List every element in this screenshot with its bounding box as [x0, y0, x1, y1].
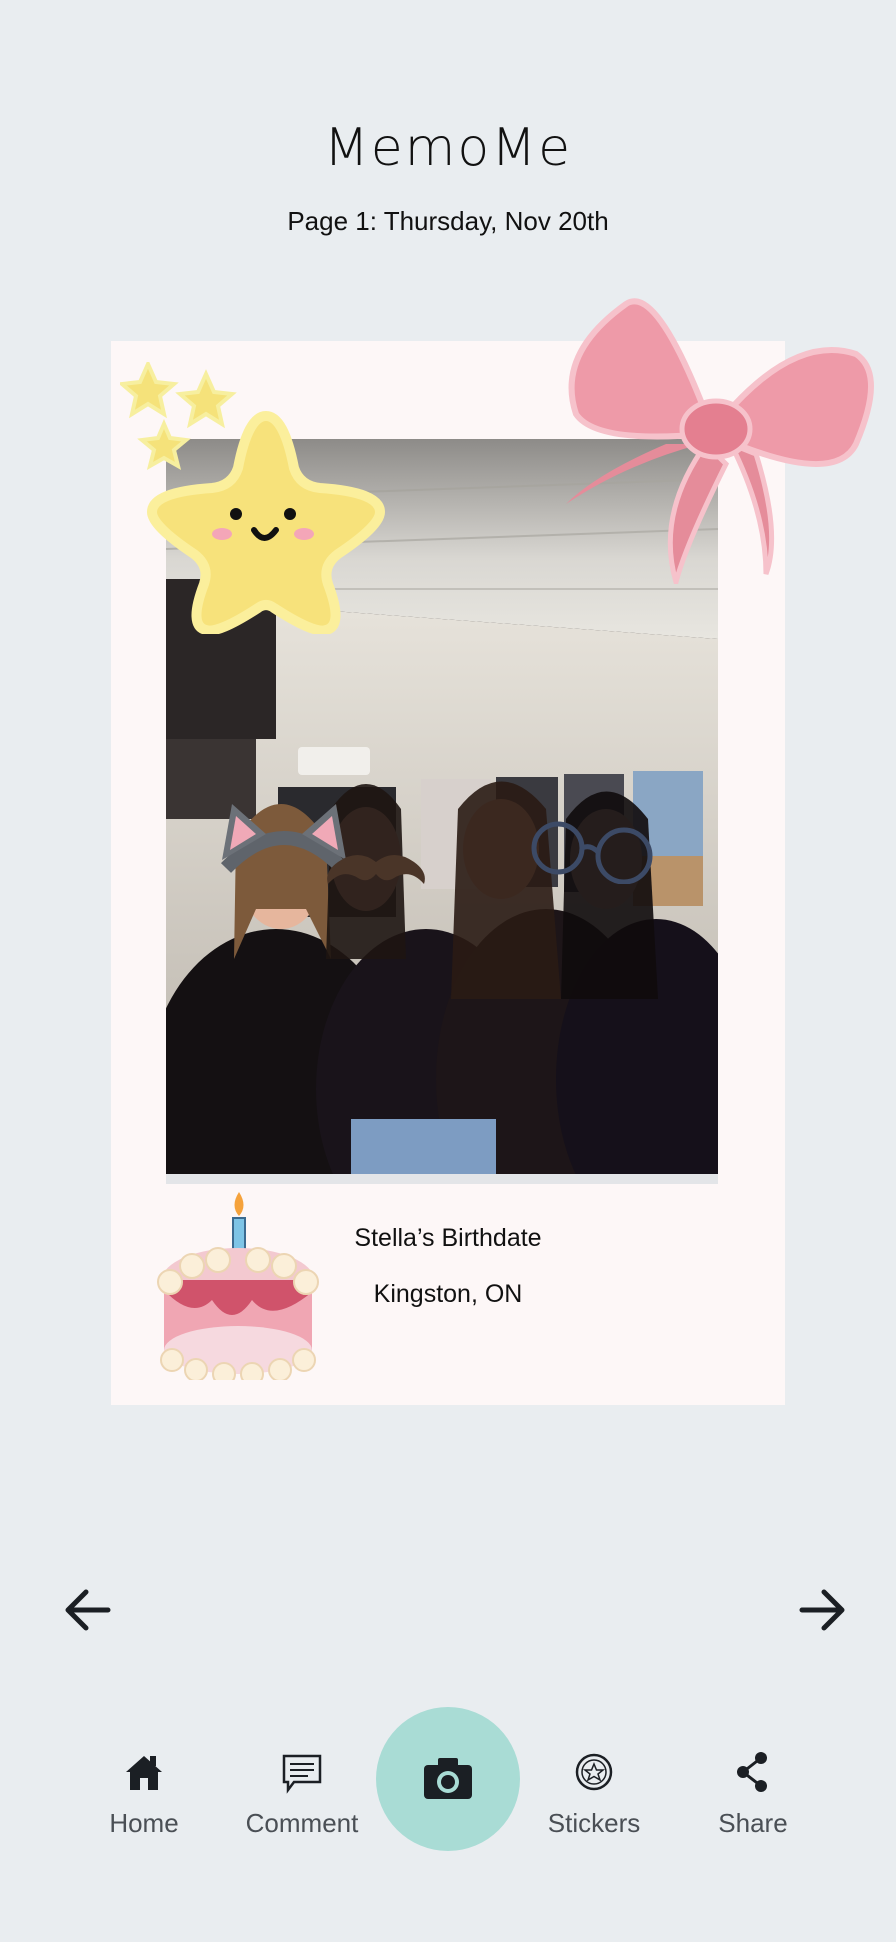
- tab-comment-label: Comment: [245, 1808, 359, 1838]
- tab-share-label: Share: [718, 1808, 788, 1838]
- previous-page-button[interactable]: [58, 1580, 118, 1640]
- tab-stickers-label: Stickers: [547, 1808, 641, 1838]
- tab-share[interactable]: Share: [683, 1700, 823, 1860]
- photo-frame-strip: [166, 1174, 718, 1184]
- glasses-sticker[interactable]: [528, 818, 656, 884]
- mustache-sticker[interactable]: [324, 848, 428, 898]
- sticker-icon: [575, 1753, 613, 1791]
- app-screen: MemoMe Page 1: Thursday, Nov 20th Stella…: [0, 0, 896, 1942]
- share-icon: [737, 1752, 767, 1792]
- caption-location: Kingston, ON: [373, 1280, 523, 1308]
- smiling-star-sticker[interactable]: [144, 408, 388, 634]
- tab-comment[interactable]: Comment: [232, 1700, 372, 1860]
- next-page-button[interactable]: [792, 1580, 852, 1640]
- tab-stickers[interactable]: Stickers: [524, 1700, 664, 1860]
- home-icon: [126, 1756, 162, 1790]
- tab-home-label: Home: [109, 1808, 179, 1838]
- camera-icon: [424, 1758, 472, 1799]
- camera-button[interactable]: [376, 1707, 520, 1851]
- caption-title: Stella’s Birthdate: [354, 1224, 542, 1252]
- app-title: MemoMe: [323, 118, 573, 178]
- page-subtitle: Page 1: Thursday, Nov 20th: [287, 206, 609, 236]
- pink-bow-sticker[interactable]: [556, 294, 874, 584]
- comment-icon: [282, 1754, 322, 1794]
- tab-home[interactable]: Home: [74, 1700, 214, 1860]
- arrow-right-icon: [799, 1589, 845, 1631]
- arrow-left-icon: [65, 1589, 111, 1631]
